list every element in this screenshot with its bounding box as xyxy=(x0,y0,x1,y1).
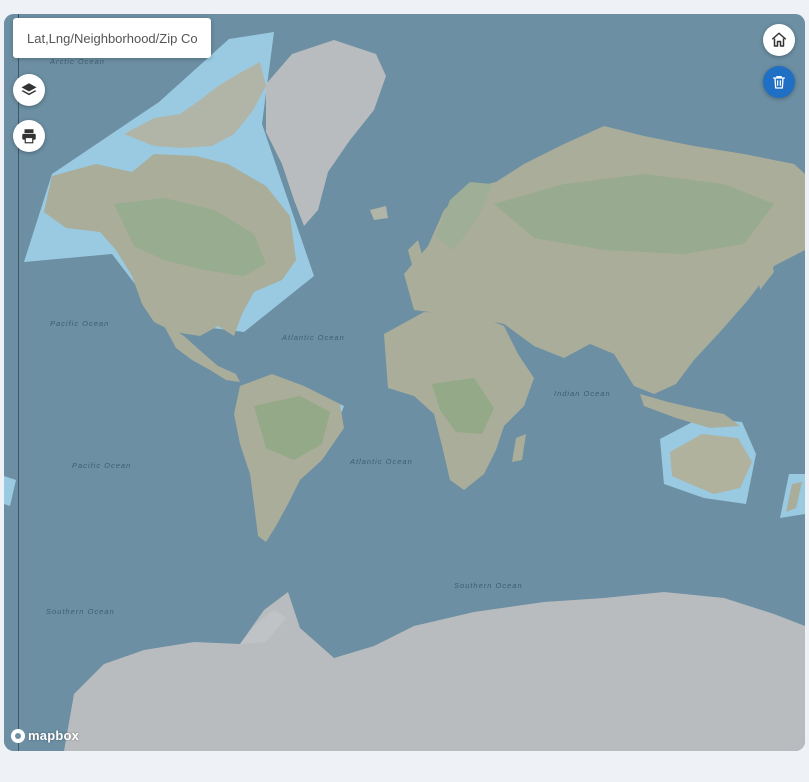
trash-icon xyxy=(773,76,785,89)
label-indian-ocean: Indian Ocean xyxy=(554,389,611,398)
home-icon xyxy=(771,32,787,47)
layers-button[interactable] xyxy=(13,74,45,106)
print-button[interactable] xyxy=(13,120,45,152)
label-atlantic-ocean-north: Atlantic Ocean xyxy=(281,333,345,342)
label-arctic-ocean: Arctic Ocean xyxy=(49,57,105,66)
location-search[interactable] xyxy=(13,18,211,58)
layers-icon xyxy=(21,83,37,96)
printer-icon xyxy=(22,129,36,144)
mapbox-logo-text: mapbox xyxy=(28,728,80,743)
mapbox-attribution[interactable]: mapbox xyxy=(11,728,79,743)
map-canvas[interactable]: Arctic Ocean Pacific Ocean Atlantic Ocea… xyxy=(4,14,805,751)
label-southern-ocean-right: Southern Ocean xyxy=(454,581,523,590)
label-pacific-ocean-north: Pacific Ocean xyxy=(50,319,109,328)
mapbox-logo-icon xyxy=(11,728,25,743)
label-atlantic-ocean-south: Atlantic Ocean xyxy=(349,457,413,466)
world-map[interactable]: Arctic Ocean Pacific Ocean Atlantic Ocea… xyxy=(4,14,805,751)
trash-button[interactable] xyxy=(763,66,795,98)
home-button[interactable] xyxy=(763,24,795,56)
location-search-input[interactable] xyxy=(25,29,199,47)
label-pacific-ocean-south: Pacific Ocean xyxy=(72,461,131,470)
label-southern-ocean-left: Southern Ocean xyxy=(46,607,115,616)
